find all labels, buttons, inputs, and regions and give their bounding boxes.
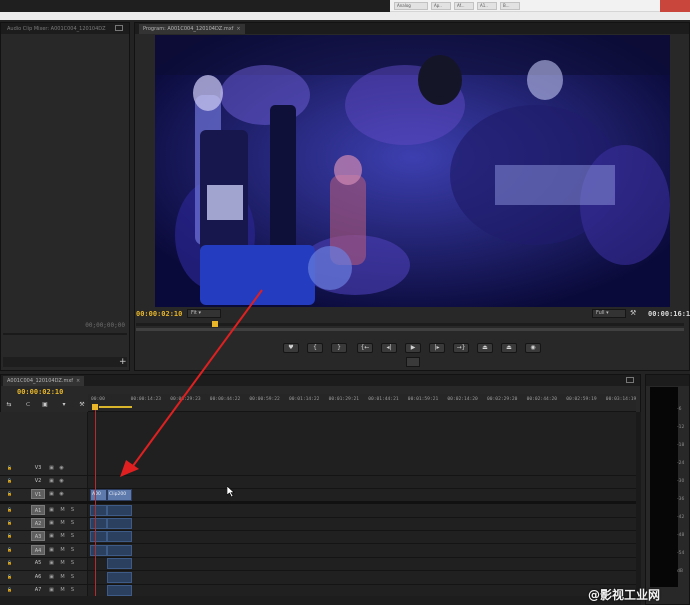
- mouse-cursor-icon: [227, 486, 235, 497]
- watermark: @影视工业网: [588, 588, 661, 602]
- annotation-arrow: [120, 289, 263, 477]
